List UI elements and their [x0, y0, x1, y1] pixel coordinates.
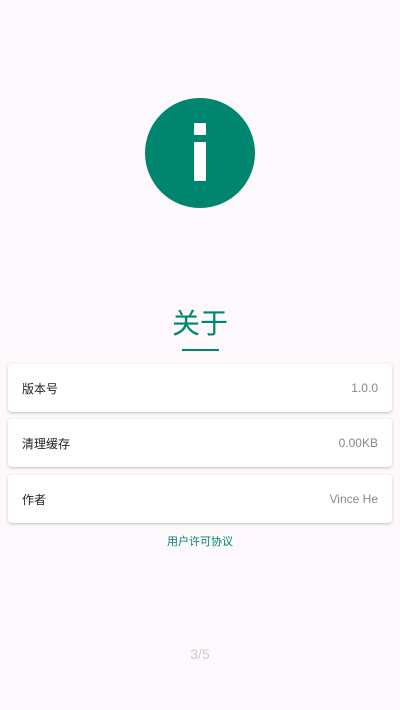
about-screen: 关于 版本号 1.0.0 清理缓存 0.00KB 作者 Vince He 用户许… — [0, 0, 400, 710]
clear-cache-row[interactable]: 清理缓存 0.00KB — [8, 419, 392, 467]
user-license-link[interactable]: 用户许可协议 — [0, 534, 400, 550]
title-underline — [182, 349, 219, 351]
author-value: Vince He — [329, 492, 378, 506]
clear-cache-label: 清理缓存 — [22, 436, 71, 451]
version-row: 版本号 1.0.0 — [8, 364, 392, 412]
page-title: 关于 — [171, 307, 228, 340]
author-row: 作者 Vince He — [8, 475, 392, 523]
info-icon — [145, 98, 255, 208]
info-icon-dot — [194, 123, 206, 135]
info-icon-bar — [194, 142, 206, 181]
version-value: 1.0.0 — [351, 381, 378, 395]
version-label: 版本号 — [22, 381, 59, 396]
page-indicator: 3/5 — [190, 646, 210, 662]
author-label: 作者 — [22, 492, 47, 507]
cache-size-value: 0.00KB — [338, 436, 378, 450]
